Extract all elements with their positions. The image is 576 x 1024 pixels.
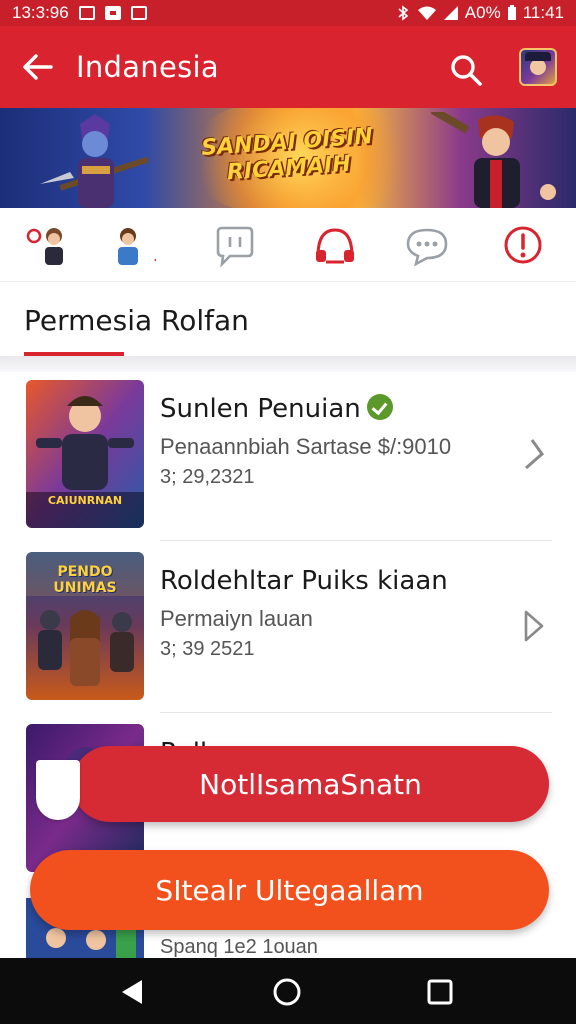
support-icon[interactable] bbox=[310, 222, 360, 272]
shortcut-row bbox=[0, 208, 576, 282]
notification-icon bbox=[104, 6, 121, 20]
shield-icon bbox=[36, 760, 80, 820]
system-nav-bar bbox=[0, 958, 576, 1024]
item-title: Roldehltar Puiks kiaan bbox=[160, 566, 448, 596]
notification-icon bbox=[78, 6, 95, 20]
wifi-icon bbox=[417, 6, 436, 20]
secondary-action-button[interactable]: SItealr Ultegaallam bbox=[30, 850, 549, 930]
status-time: 13:3:96 bbox=[12, 3, 69, 22]
search-button[interactable] bbox=[446, 50, 486, 90]
back-arrow-icon bbox=[23, 54, 53, 80]
nav-recents-icon[interactable] bbox=[422, 974, 458, 1010]
chevron-right-icon[interactable] bbox=[518, 436, 548, 472]
nav-home-icon[interactable] bbox=[269, 974, 305, 1010]
kid-character-icon[interactable] bbox=[106, 222, 156, 272]
item-title-text: Sunlen Penuian bbox=[160, 394, 361, 424]
status-bar: 13:3:96 A0% 11:41 bbox=[0, 0, 576, 26]
banner-hero-warrior bbox=[40, 114, 149, 208]
item-meta: 3; 39 2521 bbox=[160, 638, 255, 660]
page-title: Indanesia bbox=[76, 50, 219, 84]
item-subtitle: Permaiyn lauan bbox=[160, 606, 313, 631]
item-subtitle: Penaannbiah Sartase $/:9010 bbox=[160, 434, 452, 459]
chat-bubble-icon[interactable] bbox=[210, 222, 260, 272]
battery-icon bbox=[507, 5, 516, 20]
item-meta: 3; 29,2321 bbox=[160, 466, 255, 488]
verified-badge-icon bbox=[366, 393, 393, 420]
nav-back-icon[interactable] bbox=[116, 974, 152, 1010]
promo-banner[interactable]: SANDAI OISIN RICAMAIH bbox=[0, 108, 576, 208]
primary-action-button[interactable]: NotlIsamaSnatn bbox=[72, 746, 549, 822]
section-title: Permesia Rolfan bbox=[24, 304, 249, 337]
messages-icon[interactable] bbox=[402, 222, 452, 272]
list-divider bbox=[160, 540, 552, 541]
battery-level: A0% bbox=[464, 3, 501, 22]
section-divider bbox=[0, 356, 576, 372]
bluetooth-icon bbox=[398, 5, 409, 21]
list-item[interactable]: CAIUNRNAN Sunlen Penuian Penaannbiah Sar… bbox=[0, 372, 576, 541]
app-bar: Indanesia bbox=[0, 26, 576, 108]
list-item[interactable]: PENDO UNIMAS Roldehltar Puiks kiaan Perm… bbox=[0, 544, 576, 713]
person-character-icon[interactable] bbox=[24, 222, 74, 272]
alert-icon[interactable] bbox=[498, 222, 548, 272]
banner-hero-boy bbox=[430, 112, 556, 208]
search-icon bbox=[451, 55, 482, 86]
status-clock: 11:41 bbox=[522, 3, 564, 22]
chevron-right-icon[interactable] bbox=[518, 608, 548, 644]
list-divider bbox=[160, 712, 552, 713]
thumbnail-caption: CAIUNRNAN bbox=[47, 494, 123, 507]
back-button[interactable] bbox=[0, 26, 76, 108]
notification-icon bbox=[130, 6, 147, 20]
item-meta: Spanq 1e2 1ouan bbox=[160, 936, 318, 958]
avatar[interactable] bbox=[519, 48, 557, 86]
item-title: Sunlen Penuian bbox=[160, 393, 393, 424]
signal-icon bbox=[443, 6, 458, 20]
thumbnail-caption: PENDO UNIMAS bbox=[53, 564, 117, 596]
